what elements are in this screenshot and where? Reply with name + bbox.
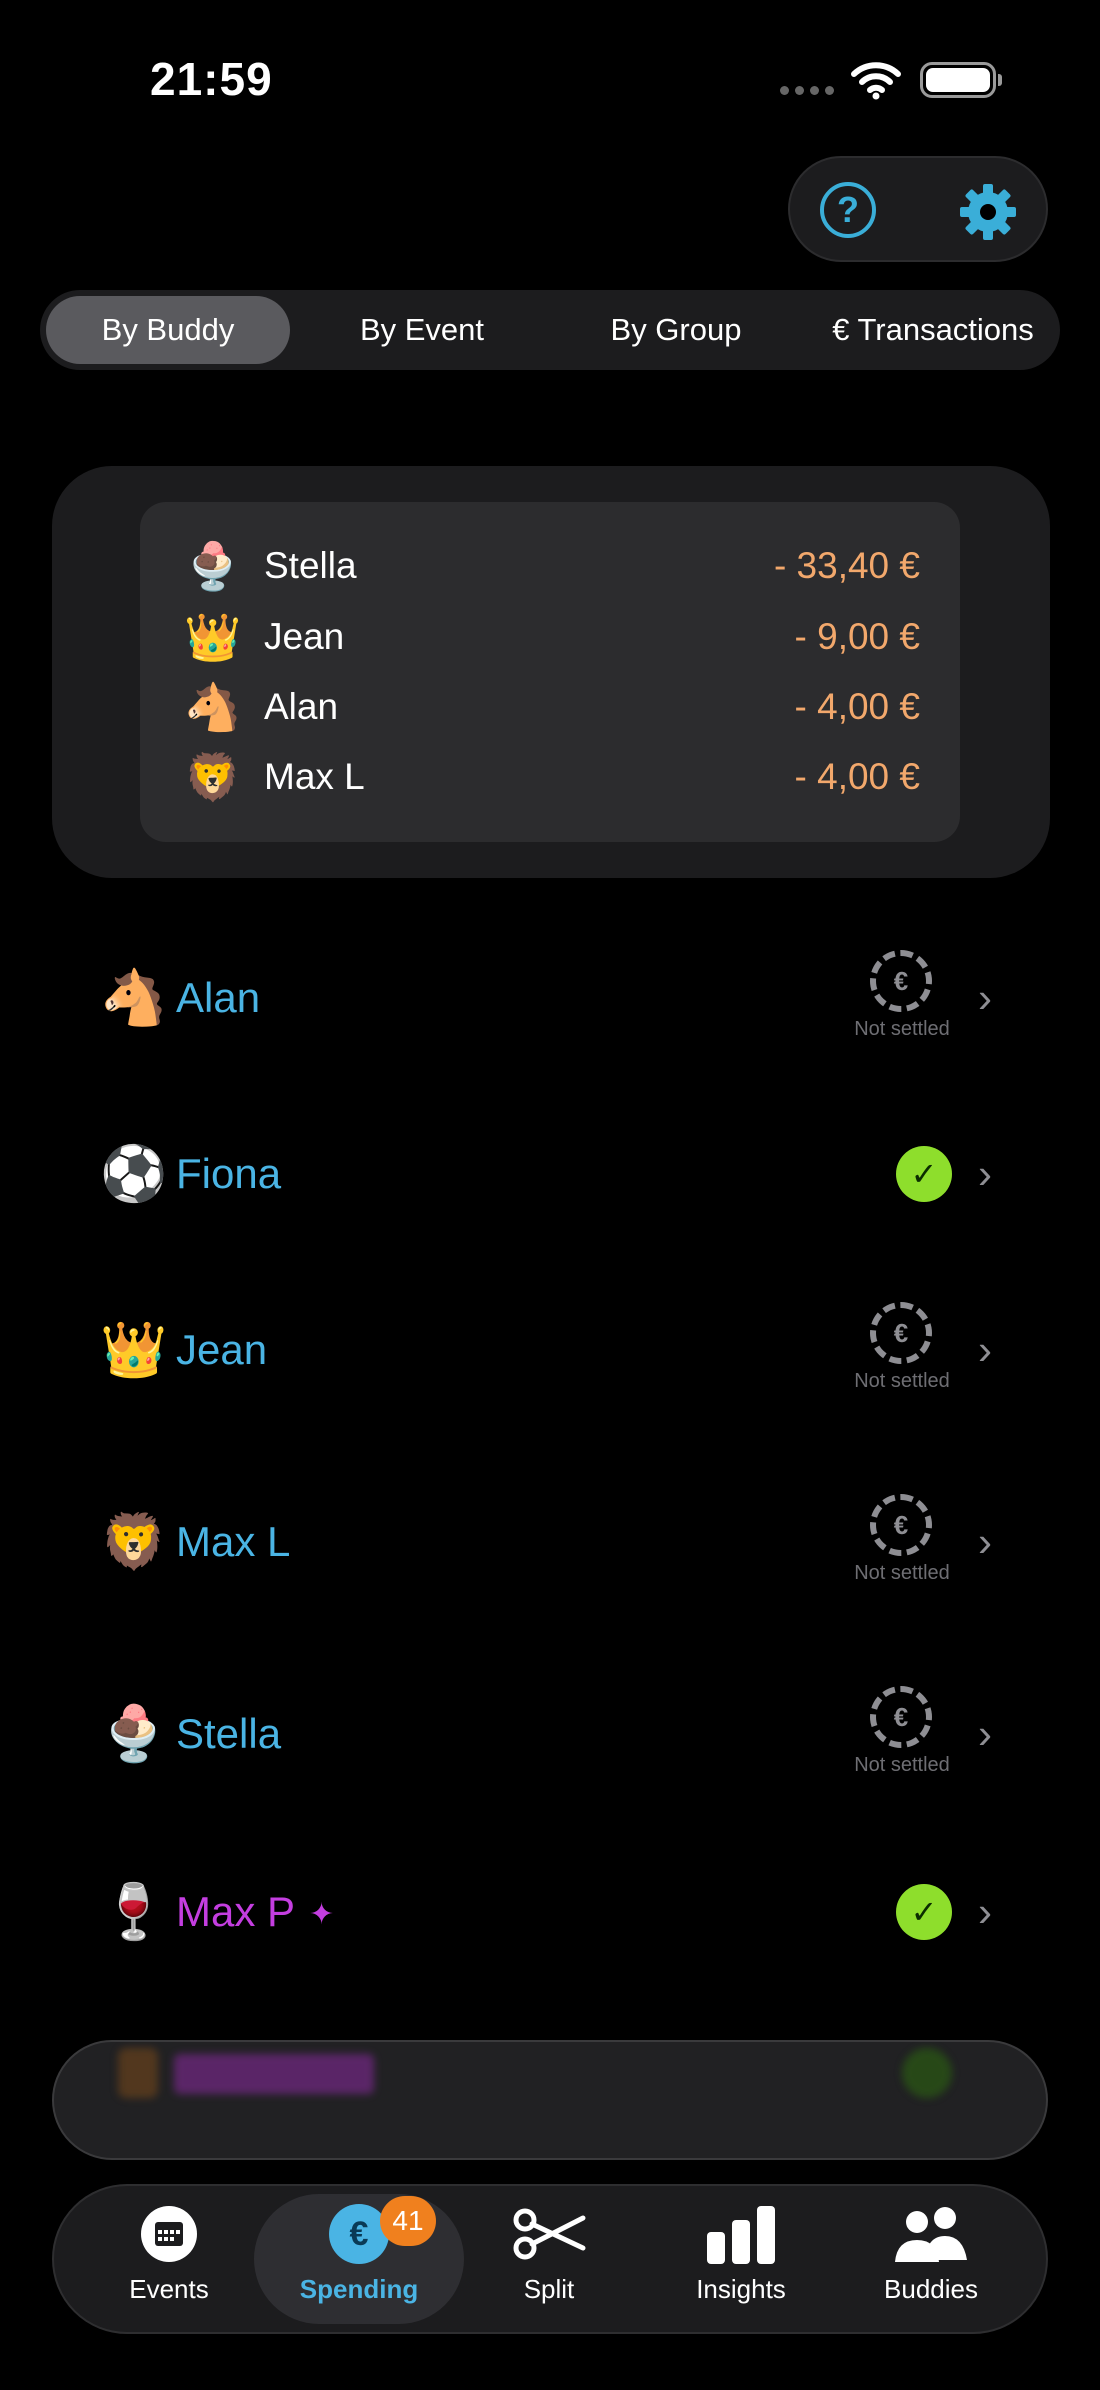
status-time: 21:59	[150, 53, 273, 105]
buddy-row-alan[interactable]: 🐴 Alan € Not settled ›	[0, 938, 1100, 1058]
settled-check-icon: ✓	[896, 1884, 952, 1940]
status-label: Not settled	[854, 1370, 950, 1392]
avatar-emoji: 🦁	[100, 1512, 168, 1572]
buddy-name: Alan	[176, 974, 261, 1021]
tab-by-event[interactable]: By Event	[300, 290, 544, 370]
tab-split[interactable]: Split	[464, 2204, 634, 2314]
avatar-emoji: 🦁	[184, 751, 242, 803]
avatar-emoji: 🍷	[100, 1882, 168, 1942]
status-label: Not settled	[854, 1754, 950, 1776]
ghost-name	[174, 2054, 374, 2094]
summary-row: 🦁 Max L - 4,00 €	[184, 747, 920, 807]
chevron-right-icon: ›	[978, 1518, 992, 1565]
avatar-emoji: 👑	[100, 1320, 168, 1380]
buddy-name: Max P ✦	[176, 1886, 334, 1941]
chevron-right-icon: ›	[978, 1710, 992, 1757]
chevron-right-icon: ›	[978, 1150, 992, 1197]
summary-name: Stella	[264, 545, 357, 586]
summary-amount: - 33,40 €	[773, 545, 920, 586]
buddy-row-max-l[interactable]: 🦁 Max L € Not settled ›	[0, 1482, 1100, 1602]
settled-check-icon: ✓	[896, 1146, 952, 1202]
buddy-row-max-p[interactable]: 🍷 Max P ✦ ✓ ›	[0, 1852, 1100, 1972]
ghost-check	[902, 2048, 952, 2098]
tab-label: Split	[523, 2274, 575, 2304]
chevron-right-icon: ›	[978, 1326, 992, 1373]
summary-amount: - 4,00 €	[794, 756, 920, 797]
not-settled-icon: €	[870, 1686, 932, 1748]
bar-chart-icon	[707, 2206, 775, 2264]
tab-buddies[interactable]: Buddies	[846, 2204, 1016, 2314]
summary-name: Jean	[264, 616, 345, 657]
avatar-emoji: 👑	[184, 611, 242, 663]
signal-icon	[780, 86, 834, 95]
tab-label: Insights	[696, 2274, 786, 2304]
battery-icon	[920, 62, 996, 98]
scissors-icon	[513, 2208, 586, 2260]
help-button[interactable]: ?	[820, 182, 876, 238]
view-segmented-control: By Buddy By Event By Group € Transaction…	[40, 290, 1060, 370]
not-settled-icon: €	[870, 950, 932, 1012]
summary-row: 🍨 Stella - 33,40 €	[184, 536, 920, 596]
buddy-name: Max L	[176, 1518, 291, 1565]
spending-count-badge: 41	[380, 2196, 436, 2246]
avatar-emoji: 🐴	[184, 681, 242, 733]
battery-nub	[998, 74, 1002, 86]
avatar-emoji: ⚽	[100, 1144, 168, 1204]
summary-amount: - 9,00 €	[794, 616, 920, 657]
tab-by-buddy[interactable]: By Buddy	[46, 296, 290, 364]
avatar-emoji: 🍨	[184, 540, 242, 592]
summary-row: 👑 Jean - 9,00 €	[184, 607, 920, 667]
status-label: Not settled	[854, 1018, 950, 1040]
summary-row: 🐴 Alan - 4,00 €	[184, 677, 920, 737]
buddy-name: Fiona	[176, 1150, 282, 1197]
summary-name: Max L	[264, 756, 365, 797]
tab-transactions[interactable]: € Transactions	[808, 290, 1058, 370]
floating-blur-overlay	[52, 2040, 1048, 2160]
buddy-name-text: Max P	[176, 1888, 296, 1935]
gear-icon[interactable]	[956, 180, 1020, 244]
calendar-icon	[141, 2206, 197, 2262]
not-settled-icon: €	[870, 1302, 932, 1364]
summary-name: Alan	[264, 686, 339, 727]
tab-label: Spending	[299, 2274, 419, 2304]
chevron-right-icon: ›	[978, 1888, 992, 1935]
people-icon	[895, 2207, 967, 2262]
tab-by-group[interactable]: By Group	[554, 290, 798, 370]
tab-label: Buddies	[884, 2274, 978, 2304]
buddy-name: Jean	[176, 1326, 268, 1373]
buddy-name: Stella	[176, 1710, 282, 1757]
buddy-row-fiona[interactable]: ⚽ Fiona ✓ ›	[0, 1114, 1100, 1234]
ghost-emoji	[118, 2048, 158, 2098]
avatar-emoji: 🍨	[100, 1704, 168, 1764]
buddy-row-stella[interactable]: 🍨 Stella € Not settled ›	[0, 1674, 1100, 1794]
buddy-row-jean[interactable]: 👑 Jean € Not settled ›	[0, 1290, 1100, 1410]
question-icon: ?	[837, 189, 859, 230]
summary-amount: - 4,00 €	[794, 686, 920, 727]
tab-insights[interactable]: Insights	[656, 2204, 826, 2314]
not-settled-icon: €	[870, 1494, 932, 1556]
avatar-emoji: 🐴	[100, 968, 168, 1028]
tab-label: Events	[129, 2274, 209, 2304]
tab-events[interactable]: Events	[84, 2204, 254, 2314]
wifi-icon	[851, 62, 901, 100]
status-label: Not settled	[854, 1562, 950, 1584]
sparkle-icon: ✦	[309, 1897, 335, 1931]
chevron-right-icon: ›	[978, 974, 992, 1021]
